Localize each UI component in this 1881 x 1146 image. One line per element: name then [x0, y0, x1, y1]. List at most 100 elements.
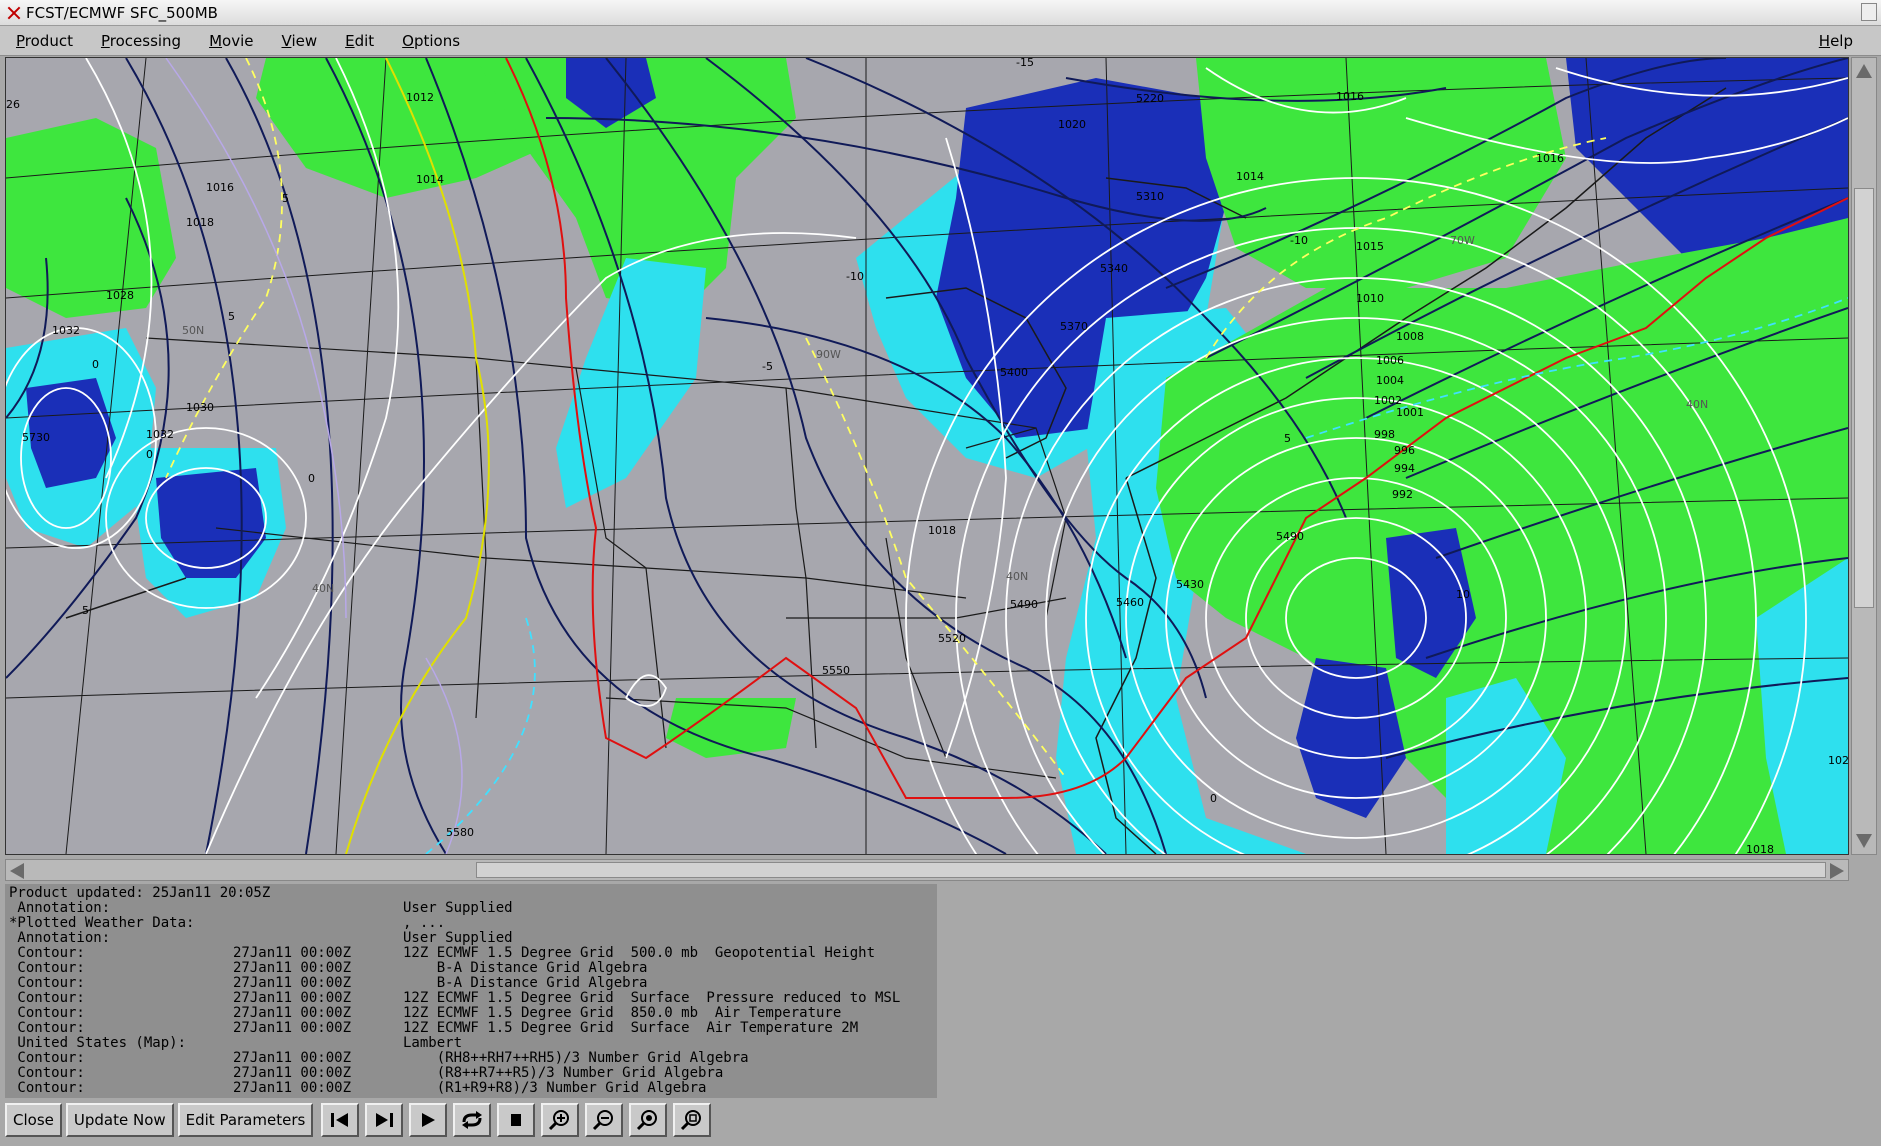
scroll-down-icon[interactable] [1856, 834, 1872, 848]
label-geo: 70W [1450, 234, 1475, 247]
label-t: 5 [82, 604, 89, 617]
last-frame-button[interactable] [365, 1103, 404, 1137]
first-frame-button[interactable] [321, 1103, 360, 1137]
map-canvas[interactable]: 1012 1020 1016 1016 1014 1016 1018 1014 … [6, 58, 1848, 854]
info-row: Contour: 27Jan11 00:00Z (R8++R7++R5)/3 Nu… [9, 1065, 724, 1081]
label-t: -10 [1290, 234, 1308, 247]
zoom-out-icon [593, 1110, 614, 1131]
zoom-reset-icon [681, 1110, 702, 1131]
label-p: 1020 [1058, 118, 1086, 131]
scroll-left-icon[interactable] [10, 863, 24, 879]
vertical-scrollbar[interactable] [1851, 57, 1877, 855]
zoom-reset-button[interactable] [673, 1103, 712, 1137]
menu-bar: Product Processing Movie View Edit Optio… [0, 26, 1881, 56]
label-t: 5 [282, 192, 289, 205]
info-row: Contour: 27Jan11 00:00Z 12Z ECMWF 1.5 Degr… [9, 1005, 842, 1021]
app-close-x-icon[interactable] [6, 5, 22, 21]
label-geo: 40N [1006, 570, 1028, 583]
weather-map[interactable]: 1012 1020 1016 1016 1014 1016 1018 1014 … [5, 57, 1849, 855]
info-row: Contour: 27Jan11 00:00Z 12Z ECMWF 1.5 Degr… [9, 1020, 859, 1036]
zoom-info-button[interactable] [629, 1103, 668, 1137]
label-h: 5550 [822, 664, 850, 677]
product-info-panel: Product updated: 25Jan11 20:05Z Annotati… [5, 884, 937, 1098]
menu-product[interactable]: Product [16, 32, 73, 50]
label-geo: 40N [1686, 398, 1708, 411]
horizontal-scrollbar[interactable] [5, 859, 1849, 881]
label-h: 5220 [1136, 92, 1164, 105]
close-button[interactable]: Close [5, 1103, 62, 1137]
label-p: 1008 [1396, 330, 1424, 343]
info-row: Contour: 27Jan11 00:00Z (RH8++RH7++RH5)/3… [9, 1050, 749, 1066]
label-h: 5400 [1000, 366, 1028, 379]
label-p: 1006 [1376, 354, 1404, 367]
info-row: *Plotted Weather Data:, ... [9, 915, 446, 931]
zoom-in-icon [549, 1110, 570, 1131]
window-scroll-button[interactable] [1861, 3, 1877, 21]
label-t: 10 [1456, 588, 1470, 601]
window-title: FCST/ECMWF SFC_500MB [26, 3, 218, 22]
edit-parameters-button[interactable]: Edit Parameters [177, 1103, 314, 1137]
label-p: 996 [1394, 444, 1415, 457]
label-t: 0 [146, 448, 153, 461]
label-p: 1018 [1746, 843, 1774, 854]
label-t: 0 [92, 358, 99, 371]
rh-green-west [6, 118, 176, 318]
play-icon [422, 1113, 436, 1127]
last-frame-icon [376, 1113, 394, 1127]
play-button[interactable] [409, 1103, 448, 1137]
label-h: 5430 [1176, 578, 1204, 591]
zoom-in-button[interactable] [541, 1103, 580, 1137]
label-h: 5490 [1276, 530, 1304, 543]
label-h: 5730 [22, 431, 50, 444]
label-h: 5460 [1116, 596, 1144, 609]
first-frame-icon [331, 1113, 349, 1127]
label-geo: 102 [1828, 754, 1848, 767]
bottom-toolbar: Close Update Now Edit Parameters [5, 1102, 717, 1138]
product-updated-text: Product updated: 25Jan11 20:05Z [9, 885, 271, 901]
info-row: Contour: 27Jan11 00:00Z B-A Distance Grid… [9, 960, 648, 976]
update-now-button[interactable]: Update Now [65, 1103, 174, 1137]
info-row: Contour: 27Jan11 00:00Z (R1+R9+R8)/3 Numb… [9, 1080, 707, 1096]
scroll-right-icon[interactable] [1830, 863, 1844, 879]
info-row: Contour: 27Jan11 00:00Z 12Z ECMWF 1.5 Degr… [9, 990, 901, 1006]
menu-processing[interactable]: Processing [101, 32, 181, 50]
label-p: 1010 [1356, 292, 1384, 305]
menu-options[interactable]: Options [402, 32, 460, 50]
label-p: 1032 [146, 428, 174, 441]
stop-icon [511, 1114, 522, 1126]
menu-help[interactable]: Help [1819, 32, 1853, 50]
title-bar: FCST/ECMWF SFC_500MB [0, 0, 1881, 26]
label-p: 1028 [106, 289, 134, 302]
zoom-out-button[interactable] [585, 1103, 624, 1137]
label-geo: 40N [312, 582, 334, 595]
label-h: 5310 [1136, 190, 1164, 203]
vertical-scroll-thumb[interactable] [1854, 188, 1874, 608]
label-p: 1012 [406, 91, 434, 104]
label-p: 1016 [1536, 152, 1564, 165]
label-h: 5370 [1060, 320, 1088, 333]
label-t: -15 [1016, 58, 1034, 69]
menu-movie[interactable]: Movie [209, 32, 253, 50]
label-t: 5 [228, 310, 235, 323]
info-row: Contour: 27Jan11 00:00Z 12Z ECMWF 1.5 Degr… [9, 945, 876, 961]
loop-icon [462, 1111, 483, 1129]
label-h: 5340 [1100, 262, 1128, 275]
menu-edit[interactable]: Edit [345, 32, 374, 50]
info-row: Annotation: User Supplied [9, 900, 513, 916]
label-t: 0 [308, 472, 315, 485]
label-h: 5520 [938, 632, 966, 645]
loop-button[interactable] [453, 1103, 492, 1137]
label-p: 1030 [186, 401, 214, 414]
label-p: 1014 [416, 173, 444, 186]
info-row: Contour: 27Jan11 00:00Z B-A Distance Grid… [9, 975, 648, 991]
stop-button[interactable] [497, 1103, 536, 1137]
label-t: -5 [762, 360, 773, 373]
menu-view[interactable]: View [282, 32, 318, 50]
horizontal-scroll-thumb[interactable] [476, 862, 1826, 878]
scroll-up-icon[interactable] [1856, 64, 1872, 78]
label-p: 1015 [1356, 240, 1384, 253]
label-p: 994 [1394, 462, 1415, 475]
label-h: 5490 [1010, 598, 1038, 611]
label-t: -10 [846, 270, 864, 283]
label-p: 992 [1392, 488, 1413, 501]
